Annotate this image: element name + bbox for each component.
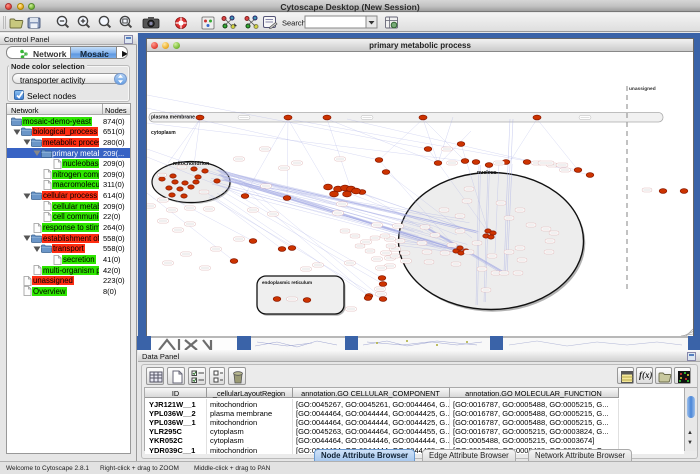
svg-text:cytoplasm: cytoplasm [151, 130, 176, 136]
svg-text:Search:: Search: [282, 19, 308, 28]
svg-text:plasma membrane: plasma membrane [151, 115, 195, 121]
svg-text:nucleus: nucleus [477, 170, 497, 176]
svg-text:unassigned: unassigned [629, 86, 656, 92]
svg-text:endoplasmic reticulum: endoplasmic reticulum [262, 280, 312, 285]
